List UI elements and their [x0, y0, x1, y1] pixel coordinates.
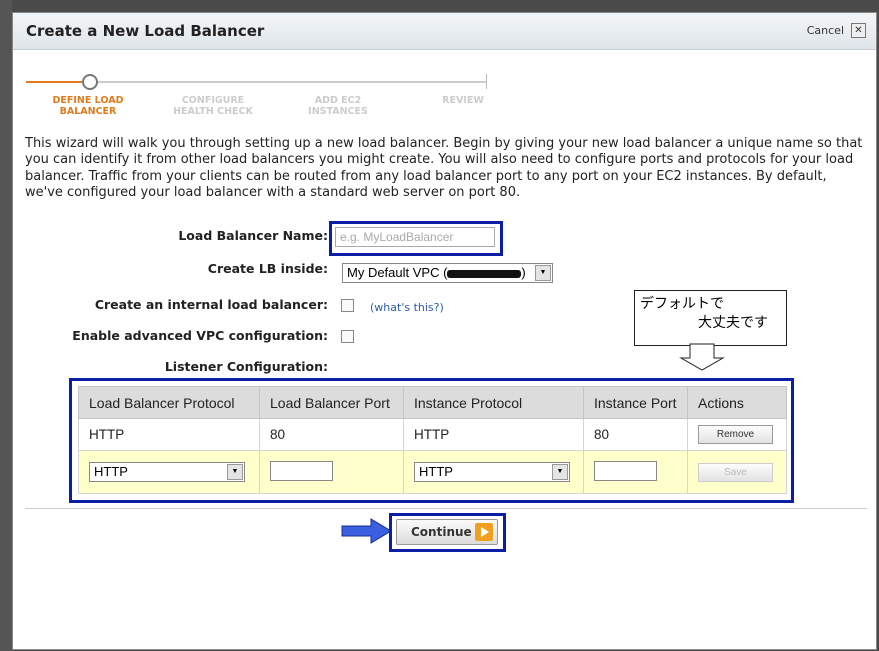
redacted-vpc-id — [447, 269, 522, 278]
actions-cell: Remove — [687, 418, 787, 451]
instance-protocol-select-value: HTTP — [419, 464, 453, 479]
wizard-step-define: DEFINE LOAD BALANCER — [48, 95, 128, 117]
load-balancer-name-input[interactable]: e.g. MyLoadBalancer — [335, 227, 495, 247]
remove-button[interactable]: Remove — [698, 425, 773, 444]
whats-this-link[interactable]: (what's this?) — [370, 301, 444, 314]
name-label: Load Balancer Name: — [178, 228, 328, 243]
create-load-balancer-dialog: Create a New Load Balancer Cancel ✕ DEFI… — [12, 12, 877, 650]
internal-label: Create an internal load balancer: — [94, 297, 328, 312]
wizard-step-label: INSTANCES — [308, 106, 368, 117]
instance-protocol-cell: HTTP ▼ — [403, 450, 584, 494]
inside-label: Create LB inside: — [207, 261, 328, 276]
wizard-step-label: CONFIGURE — [181, 95, 245, 106]
wizard-progress-remaining — [94, 81, 486, 83]
wizard-end-marker — [486, 74, 487, 89]
wizard-step-label: REVIEW — [442, 95, 484, 106]
wizard-step-label: HEALTH CHECK — [173, 106, 253, 117]
column-header: Instance Protocol — [403, 386, 584, 419]
chevron-down-icon: ▼ — [535, 265, 551, 281]
wizard-step-label: ADD EC2 — [314, 95, 362, 106]
lb-protocol-cell: HTTP ▼ — [78, 450, 260, 494]
vpc-select-prefix: My Default VPC ( — [347, 265, 448, 280]
continue-button[interactable]: Continue — [396, 519, 498, 545]
lb-port-cell — [259, 450, 404, 494]
cancel-link[interactable]: Cancel — [807, 24, 844, 37]
continue-label: Continue — [411, 525, 472, 539]
lb-port-input[interactable] — [270, 460, 333, 481]
save-button[interactable]: Save — [698, 462, 773, 482]
chevron-down-icon: ▼ — [552, 464, 568, 480]
play-icon — [475, 523, 493, 541]
vpc-select-suffix: ) — [521, 265, 526, 280]
background-window — [0, 0, 12, 651]
callout-bubble: デフォルトで 大丈夫です — [634, 290, 787, 346]
vpc-select[interactable]: My Default VPC () ▼ — [342, 263, 553, 283]
dialog-title: Create a New Load Balancer — [26, 22, 265, 40]
callout-arrow-icon — [679, 343, 725, 371]
advanced-label: Enable advanced VPC configuration: — [72, 328, 328, 343]
actions-cell: Save — [687, 450, 787, 494]
new-listener-row: HTTP ▼ HTTP ▼ Save — [78, 450, 787, 494]
close-icon[interactable]: ✕ — [851, 23, 866, 38]
listener-label: Listener Configuration: — [164, 359, 328, 374]
wizard-progress-done — [26, 81, 86, 83]
callout-line1: デフォルトで — [640, 296, 724, 312]
wizard-step-review: REVIEW — [423, 95, 503, 106]
wizard-step-add-instances: ADD EC2 INSTANCES — [298, 95, 378, 117]
column-header: Instance Port — [583, 386, 688, 419]
column-header: Load Balancer Port — [259, 386, 404, 419]
table-row: HTTP 80 HTTP 80 Remove — [78, 418, 787, 451]
lb-port-cell: 80 — [259, 418, 404, 451]
instance-protocol-select[interactable]: HTTP ▼ — [414, 462, 570, 482]
column-header: Load Balancer Protocol — [78, 386, 260, 419]
column-header: Actions — [687, 386, 787, 419]
wizard-step-label: DEFINE LOAD — [52, 95, 124, 106]
intro-paragraph: This wizard will walk you through settin… — [25, 136, 863, 200]
pointer-arrow-icon — [341, 518, 392, 544]
lb-protocol-select[interactable]: HTTP ▼ — [89, 462, 245, 482]
chevron-down-icon: ▼ — [227, 464, 243, 480]
instance-protocol-cell: HTTP — [403, 418, 584, 451]
instance-port-cell: 80 — [583, 418, 688, 451]
internal-lb-checkbox[interactable] — [341, 299, 354, 312]
table-header-row: Load Balancer Protocol Load Balancer Por… — [78, 386, 787, 419]
instance-port-cell — [583, 450, 688, 494]
callout-line2: 大丈夫です — [698, 315, 768, 331]
listener-table: Load Balancer Protocol Load Balancer Por… — [78, 386, 787, 494]
wizard-step-label: BALANCER — [59, 106, 117, 117]
wizard-current-step-marker — [82, 74, 98, 90]
wizard-step-health-check: CONFIGURE HEALTH CHECK — [163, 95, 263, 117]
instance-port-input[interactable] — [594, 460, 657, 481]
lb-protocol-select-value: HTTP — [94, 464, 128, 479]
divider — [25, 508, 867, 509]
dialog-titlebar: Create a New Load Balancer Cancel ✕ — [13, 13, 876, 50]
advanced-vpc-checkbox[interactable] — [341, 330, 354, 343]
lb-protocol-cell: HTTP — [78, 418, 260, 451]
